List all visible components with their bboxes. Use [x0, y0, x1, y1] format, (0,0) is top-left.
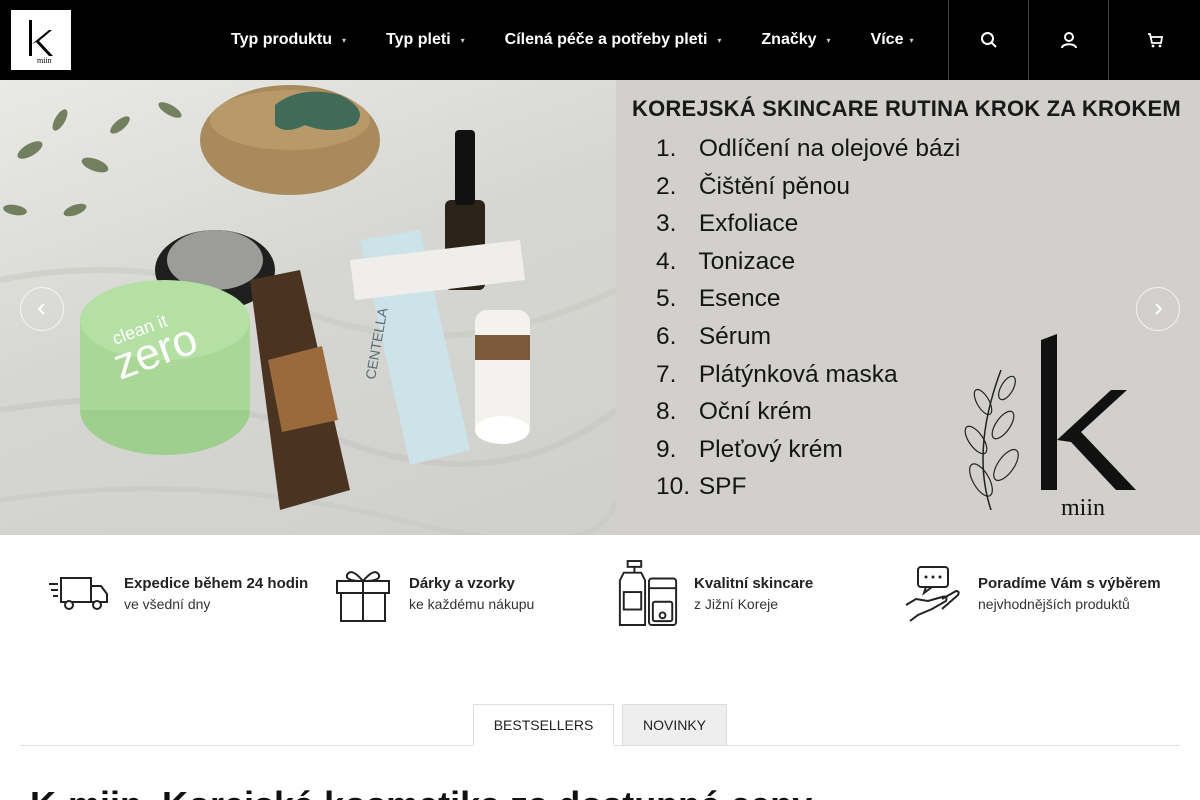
- routine-step: 4. Tonizace: [656, 243, 960, 281]
- step-number: 10.: [656, 473, 691, 501]
- step-number: 8.: [656, 398, 677, 426]
- routine-steps-list: 1. Odlíčení na olejové bázi 2. Čištění p…: [656, 130, 960, 506]
- step-number: 3.: [656, 210, 677, 238]
- nav-item-cilena-pece[interactable]: Cílená péče a potřeby pleti ▾: [485, 0, 742, 80]
- benefit-subtitle: ke každému nákupu: [409, 596, 535, 612]
- svg-text:miin: miin: [37, 56, 52, 65]
- search-button[interactable]: [948, 0, 1028, 80]
- search-icon: [980, 32, 997, 48]
- user-icon: [1060, 32, 1077, 49]
- nav-item-typ-produktu[interactable]: Typ produktu ▾: [211, 0, 366, 80]
- benefit-title: Dárky a vzorky: [409, 575, 515, 592]
- chevron-down-icon: ▾: [909, 35, 914, 45]
- routine-step: 5. Esence: [656, 280, 960, 318]
- nav-item-vice[interactable]: Více ▾: [851, 0, 934, 80]
- routine-step: 3. Exfoliace: [656, 205, 960, 243]
- step-number: 2.: [656, 172, 677, 200]
- step-text: SPF: [698, 473, 747, 501]
- hero-next-button[interactable]: [1136, 287, 1180, 331]
- site-header: miin Typ produktu ▾ Typ pleti ▾ Cílená p…: [0, 0, 1200, 80]
- hero-prev-button[interactable]: [20, 287, 64, 331]
- svg-text:miin: miin: [1061, 495, 1105, 520]
- nav-item-label: Cílená péče a potřeby pleti: [504, 31, 708, 48]
- tab-bestsellers[interactable]: BESTSELLERS: [473, 704, 614, 746]
- site-logo[interactable]: miin: [11, 10, 71, 70]
- step-text: Plátýnková maska: [698, 360, 898, 388]
- step-number: 7.: [656, 360, 677, 388]
- routine-step: 10. SPF: [656, 468, 960, 506]
- step-text: Tonizace: [698, 247, 796, 275]
- gift-icon: [331, 558, 395, 630]
- benefit-text: Dárky a vzorky ke každému nákupu: [409, 574, 534, 614]
- chevron-down-icon: ▾: [342, 35, 347, 45]
- benefit-text: Poradíme Vám s výběrem nejvhodnějších pr…: [978, 574, 1161, 614]
- k-miin-branch-logo-icon: miin: [964, 334, 1136, 520]
- step-text: Exfoliace: [698, 210, 799, 238]
- benefit-title: Kvalitní skincare: [694, 575, 814, 592]
- routine-step: 2. Čištění pěnou: [656, 168, 960, 206]
- chevron-down-icon: ▾: [826, 35, 831, 45]
- benefits-bar: Expedice během 24 hodin ve všední dny Dá…: [0, 536, 1200, 656]
- chevron-right-icon: [1155, 303, 1163, 315]
- cart-icon: [1147, 33, 1163, 48]
- cosmetics-icon: [616, 558, 680, 630]
- step-number: 6.: [656, 322, 677, 350]
- step-text: Sérum: [698, 322, 771, 350]
- account-button[interactable]: [1028, 0, 1108, 80]
- nav-item-znacky[interactable]: Značky ▾: [741, 0, 850, 80]
- benefit-subtitle: nejvhodnějších produktů: [978, 596, 1130, 612]
- step-text: Odlíčení na olejové bázi: [698, 135, 961, 162]
- chevron-left-icon: [37, 303, 45, 315]
- truck-icon: [46, 558, 110, 630]
- benefit-title: Poradíme Vám s výběrem: [978, 575, 1161, 592]
- routine-step: 9. Pleťový krém: [656, 431, 960, 469]
- routine-title: KOREJSKÁ SKINCARE RUTINA KROK ZA KROKEM: [632, 96, 1181, 121]
- routine-step: 7. Plátýnková maska: [656, 356, 960, 394]
- cart-button[interactable]: [1108, 0, 1200, 80]
- step-text: Esence: [698, 285, 781, 313]
- nav-item-label: Typ pleti: [386, 31, 451, 48]
- step-number: 9.: [656, 435, 677, 463]
- benefit-text: Kvalitní skincare z Jižní Koreje: [694, 574, 813, 614]
- hero-photo: clean it zero CENTELLA: [0, 80, 619, 535]
- benefit-item: Poradíme Vám s výběrem nejvhodnějších pr…: [900, 558, 1161, 630]
- step-number: 1.: [656, 135, 677, 162]
- nav-item-label: Značky: [761, 31, 817, 48]
- benefit-item: Kvalitní skincare z Jižní Koreje: [616, 558, 813, 630]
- nav-item-label: Více: [870, 31, 904, 48]
- routine-step: 1. Odlíčení na olejové bázi: [656, 130, 960, 168]
- routine-step: 6. Sérum: [656, 318, 960, 356]
- benefit-title: Expedice během 24 hodin: [124, 575, 309, 592]
- main-navigation: Typ produktu ▾ Typ pleti ▾ Cílená péče a…: [211, 0, 934, 80]
- section-heading: K-miin. Korejská kosmetika za dostupné c…: [30, 784, 812, 800]
- advice-hand-icon: [900, 558, 964, 630]
- chevron-down-icon: ▾: [460, 35, 465, 45]
- routine-step: 8. Oční krém: [656, 393, 960, 431]
- nav-item-label: Typ produktu: [231, 31, 333, 48]
- tab-novinky[interactable]: NOVINKY: [622, 704, 727, 746]
- chevron-down-icon: ▾: [717, 35, 722, 45]
- benefit-text: Expedice během 24 hodin ve všední dny: [124, 574, 308, 614]
- step-number: 5.: [656, 285, 677, 313]
- step-text: Čištění pěnou: [698, 172, 850, 200]
- skincare-products-photo: clean it zero CENTELLA: [0, 85, 619, 535]
- benefit-item: Expedice během 24 hodin ve všední dny: [46, 558, 308, 630]
- skincare-routine-panel: KOREJSKÁ SKINCARE RUTINA KROK ZA KROKEM …: [616, 80, 1200, 535]
- step-text: Oční krém: [698, 398, 812, 426]
- benefit-subtitle: ve všední dny: [124, 596, 211, 612]
- k-miin-logo-icon: miin: [29, 20, 53, 65]
- step-number: 4.: [656, 247, 677, 275]
- step-text: Pleťový krém: [698, 435, 843, 463]
- benefit-item: Dárky a vzorky ke každému nákupu: [331, 558, 534, 630]
- hero-slider[interactable]: clean it zero CENTELLA KOREJSKÁ SKINCARE…: [0, 80, 1200, 535]
- benefit-subtitle: z Jižní Koreje: [694, 596, 779, 612]
- nav-item-typ-pleti[interactable]: Typ pleti ▾: [366, 0, 485, 80]
